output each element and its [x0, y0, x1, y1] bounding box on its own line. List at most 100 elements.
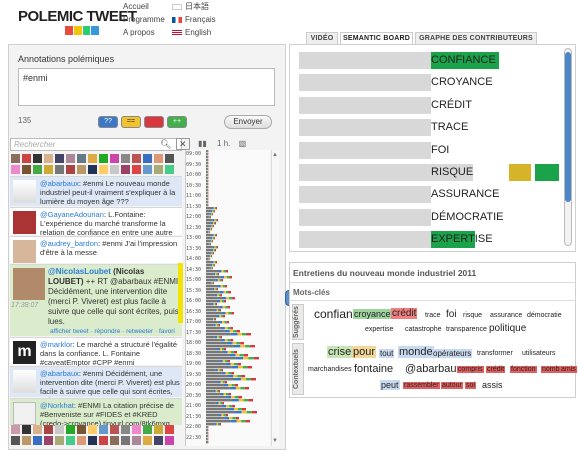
timeline-bar [217, 390, 219, 393]
board-keyword: TRACE [431, 121, 469, 134]
tweet-user-link[interactable]: @marklor [40, 340, 73, 349]
tweet-item[interactable]: @GayaneAdourian: L.Fontaine: L'expérienc… [10, 207, 182, 246]
suggested-keyword[interactable]: politique [488, 323, 527, 334]
timeline-bar [214, 303, 216, 306]
suggested-keyword[interactable]: croyance [353, 309, 392, 319]
suggested-keyword[interactable]: démocratie [526, 312, 563, 319]
nav-about-link[interactable]: A propos [123, 26, 165, 39]
tweet-user-link[interactable]: @Norkhat [40, 401, 74, 410]
tab-video[interactable]: VIDÉO [306, 32, 338, 44]
tweet-item[interactable]: @audrey_bardon: #enmi J'ai l'impression … [10, 236, 182, 263]
tweet-item[interactable]: m @marklor: Le marché a structuré l'égal… [10, 337, 182, 367]
timeline-bar [206, 255, 210, 258]
timeline-bar [226, 342, 233, 345]
timeline-bar [227, 360, 230, 363]
lang-french[interactable]: Français [172, 13, 216, 26]
board-row[interactable]: DÉMOCRATIE [299, 208, 562, 226]
board-row[interactable]: ASSURANCE [299, 186, 562, 204]
timeline-labels: 09:00 09:30 10:00 10:30 11:00 11:30 12:00 12:30… [186, 152, 206, 446]
suggested-keyword[interactable]: expertise [364, 326, 394, 333]
tab-semantic-board[interactable]: SEMANTIC BOARD [340, 32, 413, 44]
timeline-bar [219, 360, 223, 363]
suggested-keyword[interactable]: catastrophe [404, 326, 443, 333]
contextual-keyword[interactable]: compris [457, 366, 484, 373]
timeline-bar [209, 213, 211, 216]
tweet-user-link[interactable]: @GayaneAdourian [40, 210, 104, 219]
tab-contributor-graph[interactable]: GRAPHE DES CONTRIBUTEURS [415, 32, 537, 44]
timeline-scrollbar[interactable] [271, 150, 279, 446]
app-logo[interactable]: POLEMIC TWEET [18, 8, 137, 25]
tweet-item[interactable]: @abarbaux: #enmi Le nouveau monde indust… [10, 176, 182, 206]
scroll-down-icon[interactable]: ▼ [272, 438, 278, 444]
send-button[interactable]: Envoyer [224, 115, 272, 129]
contextual-keyword[interactable]: fontaine [353, 363, 394, 375]
tweet-item[interactable]: @abarbaux: #enmi Décidément, une interve… [10, 366, 182, 405]
nav-program-link[interactable]: Programme [123, 13, 165, 26]
suggested-keyword[interactable]: risque [462, 312, 483, 319]
contextual-keyword[interactable]: monde [398, 346, 434, 358]
lang-english[interactable]: English [172, 26, 216, 39]
contextual-keyword[interactable]: amis [560, 366, 577, 373]
board-row[interactable]: TRACE [299, 119, 562, 137]
contextual-keyword[interactable]: peut [380, 380, 400, 390]
contextual-keyword[interactable]: @abarbaux [404, 363, 463, 375]
tweet-user-link[interactable]: @abarbaux [40, 179, 79, 188]
contextual-keyword[interactable]: opérateurs [432, 349, 473, 358]
suggested-keyword[interactable]: trace [424, 312, 442, 319]
board-row[interactable]: CRÉDIT [299, 96, 562, 114]
tweet-textarea[interactable]: #enmi [18, 68, 275, 106]
timeline-bar [231, 372, 234, 375]
timeline-bar [221, 270, 224, 273]
agree-button[interactable]: ++ [167, 116, 187, 128]
board-row[interactable]: RISQUE [299, 164, 562, 181]
tweet-item-selected[interactable]: 17:38:07 @NicolasLoubet (Nicolas LOUBET)… [10, 264, 182, 336]
contextual-keyword[interactable]: marchandises [307, 366, 353, 373]
contextual-keyword[interactable]: utilisateurs [521, 350, 556, 357]
tweet-user-link[interactable]: @NicolasLoubet [48, 267, 111, 276]
suggested-keyword[interactable]: foi [445, 309, 458, 320]
board-keyword: DÉMOCRATIE [431, 210, 504, 223]
contextual-keyword[interactable]: crise [327, 346, 353, 358]
timeline-bar [213, 318, 214, 321]
tweet-user-link[interactable]: @audrey_bardon [40, 239, 98, 248]
board-row[interactable]: EXPERTISE [299, 231, 562, 249]
question-button[interactable]: ?? [98, 116, 118, 128]
reference-button[interactable]: == [121, 116, 141, 128]
tweet-actions[interactable]: afficher tweet · répondre · retweeter · … [50, 327, 175, 337]
tweet-item[interactable]: @Norkhat: #ENMI La citation précise de #… [10, 398, 182, 428]
board-row[interactable]: CONFIANCE [299, 52, 562, 69]
timeline-bar [216, 423, 218, 426]
contextual-keyword[interactable]: autour [441, 382, 463, 389]
contextual-keyword[interactable]: soi [465, 382, 476, 389]
disagree-button[interactable]: -- [144, 116, 164, 128]
board-row[interactable]: CROYANCE [299, 74, 562, 92]
timeline-bar [214, 423, 217, 426]
search-icon[interactable]: 🔍︎ [160, 139, 171, 149]
contextual-keyword[interactable]: fonction [510, 366, 537, 373]
zoom-in-icon[interactable]: ▧ [239, 139, 247, 148]
contextual-keyword[interactable]: rassembler [403, 382, 440, 389]
nav-home-link[interactable]: Accueil [123, 0, 165, 13]
timeline-bar [210, 216, 211, 219]
timeline-bar [221, 279, 223, 282]
scroll-up-icon[interactable]: ▲ [272, 152, 278, 158]
timeline-bar [215, 207, 217, 210]
tweet-user-link[interactable]: @abarbaux [40, 369, 79, 378]
clear-search-icon[interactable]: ✕ [175, 138, 190, 150]
suggested-keyword[interactable]: transparence [445, 326, 488, 333]
timeline-bar [212, 264, 214, 267]
zoom-out-icon[interactable]: ▮▮ [198, 139, 207, 148]
timeline-bar [215, 324, 218, 327]
contextual-keyword[interactable]: transformer [476, 350, 514, 357]
contextual-keyword[interactable]: tout [379, 349, 395, 358]
board-scroll-thumb[interactable] [565, 52, 571, 202]
suggested-keyword[interactable]: crédit [391, 308, 418, 319]
contextual-keyword[interactable]: pour [352, 346, 377, 358]
timeline-bar [226, 393, 229, 396]
contextual-keyword[interactable]: assis [481, 380, 504, 390]
suggested-keyword[interactable]: assurance [489, 312, 523, 319]
search-input[interactable]: Rechercher [10, 138, 182, 151]
board-row[interactable]: FOI [299, 141, 562, 159]
lang-japanese[interactable]: 日本語 [172, 0, 216, 13]
contextual-keyword[interactable]: crédit [486, 366, 506, 373]
